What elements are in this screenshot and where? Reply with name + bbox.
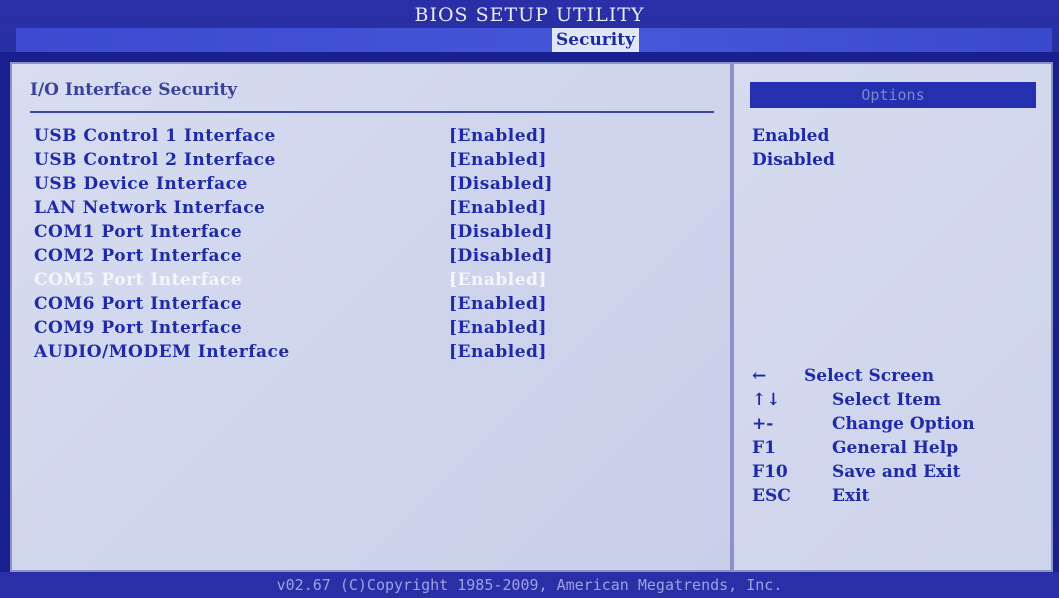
f10-key: F10 [752,462,788,482]
setting-label: COM1 Port Interface [34,222,243,242]
setting-label: USB Device Interface [34,174,248,194]
help-select-screen: ← Select Screen [752,366,1042,390]
settings-pane: I/O Interface Security USB Control 1 Int… [10,62,732,572]
help-exit: ESC Exit [752,486,1042,510]
setting-value[interactable]: [Enabled] [449,270,547,290]
setting-value[interactable]: [Disabled] [449,246,553,266]
section-divider [30,111,714,113]
option-disabled[interactable]: Disabled [752,150,835,170]
esc-key: ESC [752,486,791,506]
section-title: I/O Interface Security [30,80,238,100]
setting-label: USB Control 2 Interface [34,150,276,170]
help-desc: Select Screen [804,366,935,386]
plus-minus-key: +- [752,414,774,434]
help-pane: Options Enabled Disabled ← Select Screen… [732,62,1053,572]
setting-value[interactable]: [Disabled] [449,174,553,194]
setting-value[interactable]: [Disabled] [449,222,553,242]
setting-label: USB Control 1 Interface [34,126,276,146]
setting-value[interactable]: [Enabled] [449,318,547,338]
help-desc: Select Item [832,390,942,410]
help-desc: Change Option [832,414,975,434]
help-save-exit: F10 Save and Exit [752,462,1042,486]
setting-label: LAN Network Interface [34,198,266,218]
setting-usb-device[interactable]: USB Device Interface [Disabled] [34,174,714,198]
tab-strip: Security [16,28,1052,52]
setting-label: COM9 Port Interface [34,318,243,338]
help-desc: Exit [832,486,870,506]
f1-key: F1 [752,438,776,458]
tab-security[interactable]: Security [552,28,639,52]
setting-usb-control-2[interactable]: USB Control 2 Interface [Enabled] [34,150,714,174]
help-change-option: +- Change Option [752,414,1042,438]
setting-com2-port[interactable]: COM2 Port Interface [Disabled] [34,246,714,270]
setting-value[interactable]: [Enabled] [449,294,547,314]
setting-com9-port[interactable]: COM9 Port Interface [Enabled] [34,318,714,342]
setting-lan-network[interactable]: LAN Network Interface [Enabled] [34,198,714,222]
help-desc: General Help [832,438,959,458]
setting-value[interactable]: [Enabled] [449,342,547,362]
setting-com1-port[interactable]: COM1 Port Interface [Disabled] [34,222,714,246]
main-area: I/O Interface Security USB Control 1 Int… [10,62,1053,572]
setting-audio-modem[interactable]: AUDIO/MODEM Interface [Enabled] [34,342,714,366]
setting-label: COM6 Port Interface [34,294,243,314]
setting-value[interactable]: [Enabled] [449,126,547,146]
setting-usb-control-1[interactable]: USB Control 1 Interface [Enabled] [34,126,714,150]
title-bar: BIOS SETUP UTILITY Security [0,0,1059,52]
setting-com6-port[interactable]: COM6 Port Interface [Enabled] [34,294,714,318]
option-enabled[interactable]: Enabled [752,126,829,146]
help-desc: Save and Exit [832,462,961,482]
setting-value[interactable]: [Enabled] [449,198,547,218]
help-select-item: ↑↓ Select Item [752,390,1042,414]
up-down-arrow-icon: ↑↓ [752,390,781,410]
options-header: Options [750,82,1036,108]
bios-title: BIOS SETUP UTILITY [414,4,645,26]
setting-label: COM5 Port Interface [34,270,243,290]
setting-com5-port[interactable]: COM5 Port Interface [Enabled] [34,270,714,294]
left-arrow-icon: ← [752,366,767,386]
setting-value[interactable]: [Enabled] [449,150,547,170]
setting-label: COM2 Port Interface [34,246,243,266]
setting-label: AUDIO/MODEM Interface [34,342,290,362]
copyright-footer: v02.67 (C)Copyright 1985-2009, American … [0,572,1059,598]
help-general-help: F1 General Help [752,438,1042,462]
